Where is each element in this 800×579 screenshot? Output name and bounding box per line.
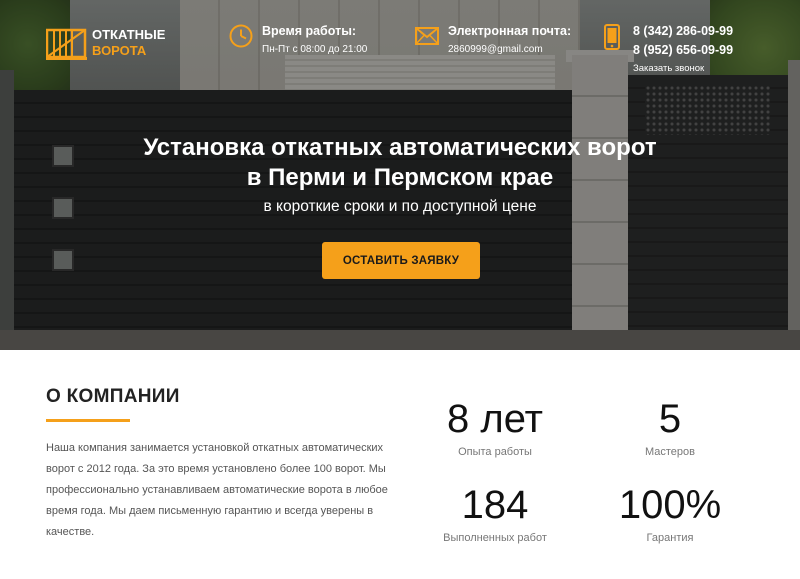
phone-icon	[603, 24, 621, 50]
phone-number-2[interactable]: 8 (952) 656-09-99	[633, 41, 733, 60]
work-hours-block: Время работы: Пн-Пт с 08:00 до 21:00	[228, 22, 367, 57]
contacts-block: 8 (342) 286-09-99 8 (952) 656-09-99 Зака…	[603, 22, 733, 74]
about-title: О КОМПАНИИ	[46, 386, 180, 407]
email-title: Электронная почта:	[448, 24, 572, 38]
logo-text-line1: ОТКАТНЫЕ	[92, 27, 166, 42]
hero-title-line1: Установка откатных автоматических ворот	[143, 134, 657, 161]
hero-title-line2: в Перми и Пермском крае	[246, 164, 554, 191]
hero-subtitle: в короткие сроки и по доступной цене	[263, 198, 537, 215]
stat-completed-works: 184 Выполненных работ	[420, 483, 570, 544]
stat-experience: 8 лет Опыта работы	[420, 397, 570, 458]
leave-request-button[interactable]: ОСТАВИТЬ ЗАЯВКУ	[322, 242, 480, 279]
stat-value: 184	[461, 483, 529, 527]
gate-logo-icon	[45, 24, 88, 62]
envelope-icon	[414, 23, 440, 49]
logo-text-line2: ВОРОТА	[92, 43, 147, 58]
callback-link[interactable]: Заказать звонок	[633, 63, 733, 74]
hero-section: ОТКАТНЫЕ ВОРОТА Время работы: Пн-Пт с 08…	[0, 0, 800, 350]
phone-number-1[interactable]: 8 (342) 286-09-99	[633, 22, 733, 41]
stat-label: Опыта работы	[458, 446, 532, 458]
clock-icon	[228, 23, 254, 49]
email-block: Электронная почта: 2860999@gmail.com	[414, 22, 571, 57]
email-link[interactable]: 2860999@gmail.com	[448, 43, 571, 57]
stat-value: 5	[658, 397, 682, 441]
stat-label: Гарантия	[646, 532, 694, 544]
stat-value: 8 лет	[447, 397, 543, 441]
about-text: Наша компания занимается установкой отка…	[46, 442, 388, 538]
stat-masters: 5 Мастеров	[595, 397, 745, 458]
work-hours-value: Пн-Пт с 08:00 до 21:00	[262, 44, 368, 55]
stat-label: Выполненных работ	[443, 532, 547, 544]
about-title-underline	[46, 419, 130, 422]
work-hours-title: Время работы:	[262, 24, 357, 38]
stat-label: Мастеров	[644, 446, 695, 458]
stat-guarantee: 100% Гарантия	[595, 483, 745, 544]
site-logo[interactable]: ОТКАТНЫЕ ВОРОТА	[45, 24, 166, 62]
stat-value: 100%	[618, 483, 722, 527]
hero-title: Установка откатных автоматических ворот …	[0, 133, 800, 193]
